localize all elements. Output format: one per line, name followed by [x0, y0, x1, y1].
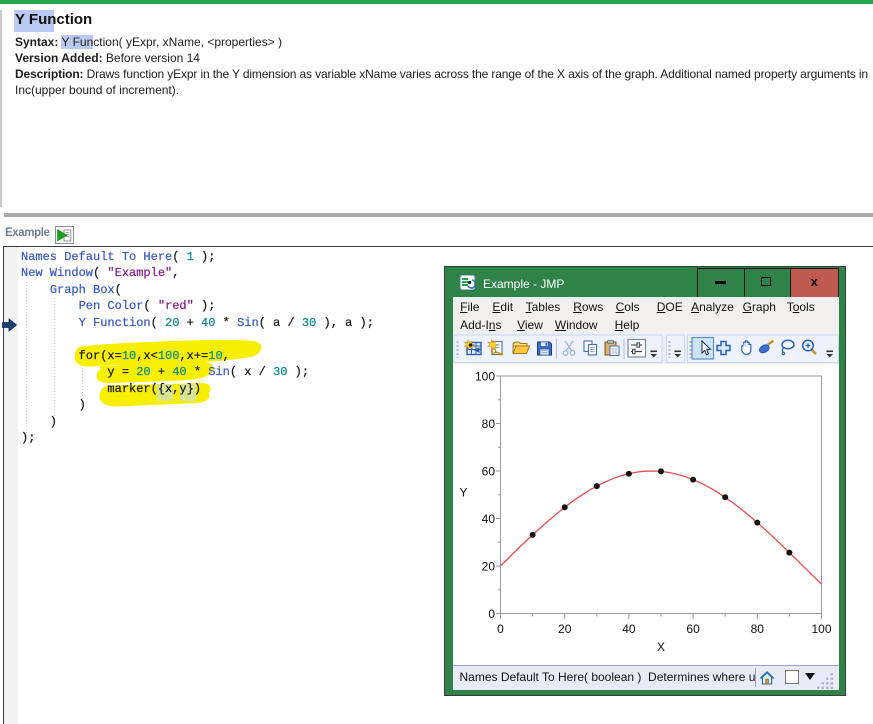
svg-text:100: 100: [474, 369, 494, 383]
svg-text:20: 20: [558, 622, 572, 636]
svg-text:0: 0: [488, 606, 495, 620]
svg-text:X: X: [656, 640, 664, 654]
svg-text:80: 80: [750, 622, 764, 636]
svg-text:100: 100: [811, 622, 831, 636]
svg-text:40: 40: [481, 511, 495, 525]
svg-text:20: 20: [481, 559, 495, 573]
svg-text:60: 60: [481, 464, 495, 478]
svg-text:40: 40: [622, 622, 636, 636]
svg-text:60: 60: [686, 622, 700, 636]
svg-text:80: 80: [481, 416, 495, 430]
svg-text:Y: Y: [459, 485, 467, 499]
svg-text:0: 0: [497, 622, 504, 636]
